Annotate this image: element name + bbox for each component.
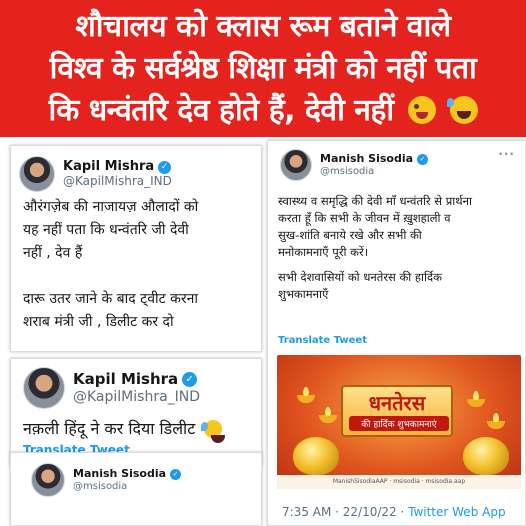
winking-face-tongue-icon [407,95,436,124]
verified-badge-icon: ✓ [170,468,182,480]
tweet-body: औरंगज़ेब की नाजायज़ औलादों को यह नहीं पत… [23,196,198,334]
tweet-line: मनोकामनाएँ पूरी करें। [278,245,369,259]
author-name[interactable]: Manish Sisodia [73,467,166,481]
tweet-line: स्वास्थ्य व समृद्धि की देवी माँ धन्वंतरि… [278,194,472,208]
tweet-card-kapil-2: Kapil Mishra ✓ @KapilMishra_IND नक़ली हि… [10,358,262,466]
tweet-line: यह नहीं पता कि धन्वंतरि जी देवी [23,222,189,238]
gold-coin-pot-icon [293,437,339,475]
tweet-author[interactable]: Manish Sisodia ✓ @msisodia [280,149,429,181]
tweet-author[interactable]: Kapil Mishra ✓ @KapilMishra_IND [23,367,200,409]
poster-footer: ManishSisodiaAAP · msisodia · msisodia.a… [277,475,521,489]
tweet-line: सुख-शांति बनाये रखे और सभी की [278,228,422,242]
verified-badge-icon: ✓ [417,153,429,165]
tweet-body: नक़ली हिंदू ने कर दिया डिलीट [23,417,226,443]
tweet-line: नहीं , देव हैं [23,245,83,261]
avatar[interactable] [280,149,312,181]
diya-lamp-icon [297,387,315,403]
tweet-line: शराब मंत्री जी , डिलीट कर दो [23,314,174,330]
poster-board: धनतेरस की हार्दिक शुभकामनाएं [341,385,453,437]
author-name[interactable]: Kapil Mishra [63,159,154,175]
headline-line-1: शौचालय को क्लास रूम बताने वाले [75,8,451,44]
author-name[interactable]: Kapil Mishra [73,371,178,389]
gold-coin-pot-icon [463,437,509,475]
tweet-card-manish-main: Manish Sisodia ✓ @msisodia ··· स्वास्थ्य… [267,140,526,526]
tweet-line: शुभकामनाएँ [278,287,329,301]
tweet-author[interactable]: Manish Sisodia ✓ @msisodia [31,463,182,497]
dhanteras-poster-image[interactable]: धनतेरस की हार्दिक शुभकामनाएं ManishSisod… [277,355,521,489]
tweet-line: नक़ली हिंदू ने कर दिया डिलीट [23,419,196,438]
avatar[interactable] [19,156,55,192]
tweet-author[interactable]: Kapil Mishra ✓ @KapilMishra_IND [19,156,172,192]
tweet-line: सभी देशवासियों को धनतेरस की हार्दिक [278,270,442,284]
headline-line-3: कि धन्वंतरि देव होते हैं, देवी नहीं [48,90,478,132]
headline-line-3-text: कि धन्वंतरि देव होते हैं, देवी नहीं [48,92,394,128]
tweet-card-manish-small: Manish Sisodia ✓ @msisodia [10,452,262,526]
verified-badge-icon: ✓ [182,372,198,388]
author-handle[interactable]: @msisodia [320,166,428,178]
author-handle[interactable]: @KapilMishra_IND [73,389,200,405]
avatar[interactable] [31,463,65,497]
tweet-card-kapil-1: Kapil Mishra ✓ @KapilMishra_IND औरंगज़ेब… [10,145,262,352]
verified-badge-icon: ✓ [158,160,172,174]
author-handle[interactable]: @msisodia [73,481,181,493]
poster-subtitle: की हार्दिक शुभकामनाएं [349,416,449,431]
tweet-line: दारू उतर जाने के बाद ट्वीट करना [23,291,199,307]
tweet-meta: 7:35 AM · 22/10/22 · Twitter Web App [282,505,506,519]
tears-of-joy-icon [446,95,478,124]
tweet-line-spacer [23,265,198,288]
tweet-body: स्वास्थ्य व समृद्धि की देवी माँ धन्वंतरि… [278,193,472,303]
diya-lamp-icon [487,413,505,429]
poster-title: धनतेरस [368,391,426,415]
diya-lamp-icon [467,391,485,407]
tweet-timestamp[interactable]: 7:35 AM · 22/10/22 · [282,505,408,519]
diya-lamp-icon [319,407,337,423]
tweet-source[interactable]: Twitter Web App [408,505,505,519]
headline-line-2: विश्व के सर्वश्रेष्ठ शिक्षा मंत्री को नह… [49,50,477,86]
avatar[interactable] [23,367,65,409]
headline-banner: शौचालय को क्लास रूम बताने वाले विश्व के … [0,0,526,137]
tweet-line: करता हूँ कि सभी के जीवन में ख़ुशहाली व [278,211,451,225]
more-options-icon[interactable]: ··· [498,147,515,161]
tweet-line-spacer [278,261,472,269]
author-handle[interactable]: @KapilMishra_IND [63,174,172,189]
translate-tweet-link[interactable]: Translate Tweet [278,335,367,346]
tweet-line: औरंगज़ेब की नाजायज़ औलादों को [23,199,199,215]
grinning-face-icon [201,420,226,443]
author-name[interactable]: Manish Sisodia [320,152,413,166]
